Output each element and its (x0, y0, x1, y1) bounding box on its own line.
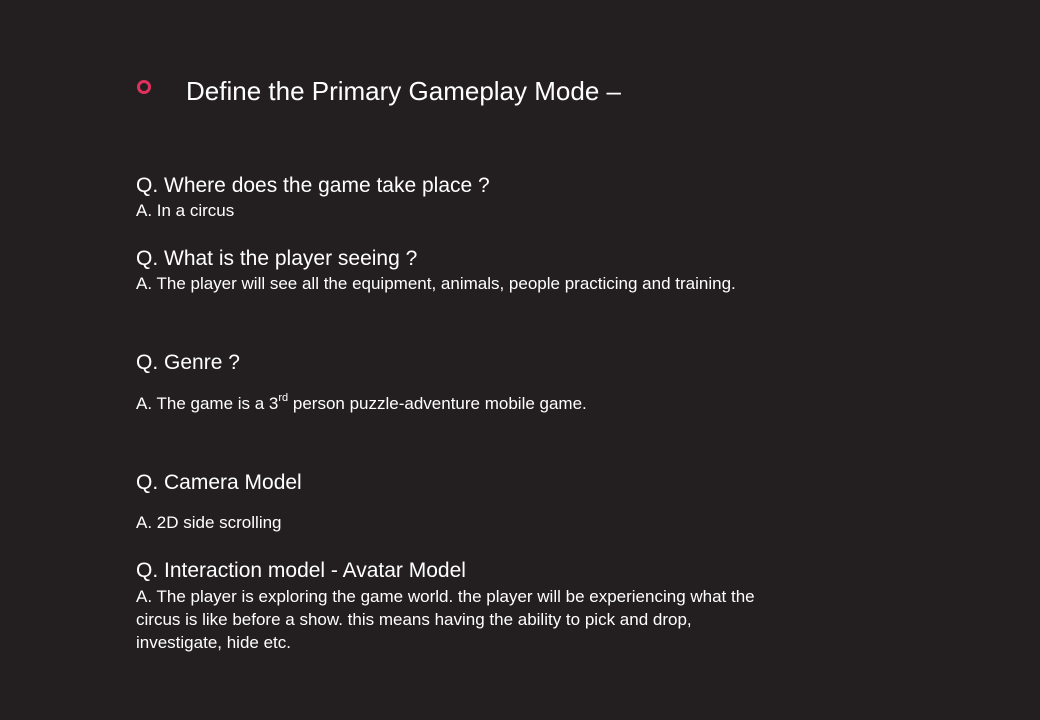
answer-interaction-line-1: A. The player is exploring the game worl… (136, 587, 755, 606)
answer-camera-model: A. 2D side scrolling (136, 513, 282, 532)
question-camera-model: Q. Camera Model (136, 471, 302, 494)
question-location: Q. Where does the game take place ? (136, 174, 490, 197)
slide-title: Define the Primary Gameplay Mode – (186, 76, 621, 106)
answer-genre: A. The game is a 3rd person puzzle-adven… (136, 392, 587, 415)
answer-player-view: A. The player will see all the equipment… (136, 274, 736, 293)
question-interaction-model: Q. Interaction model - Avatar Model (136, 559, 466, 582)
answer-location: A. In a circus (136, 201, 235, 220)
slide: Define the Primary Gameplay Mode – Q. Wh… (0, 0, 1040, 720)
answer-genre-superscript: rd (278, 392, 289, 404)
answer-genre-suffix: person puzzle-adventure mobile game. (288, 394, 587, 413)
answer-interaction-line-3: investigate, hide etc. (136, 633, 291, 652)
answer-interaction-line-2: circus is like before a show. this means… (136, 610, 692, 629)
answer-genre-prefix: A. The game is a 3 (136, 394, 279, 413)
ring-bullet-icon (137, 80, 151, 94)
question-player-view: Q. What is the player seeing ? (136, 247, 418, 270)
question-genre: Q. Genre ? (136, 351, 240, 374)
